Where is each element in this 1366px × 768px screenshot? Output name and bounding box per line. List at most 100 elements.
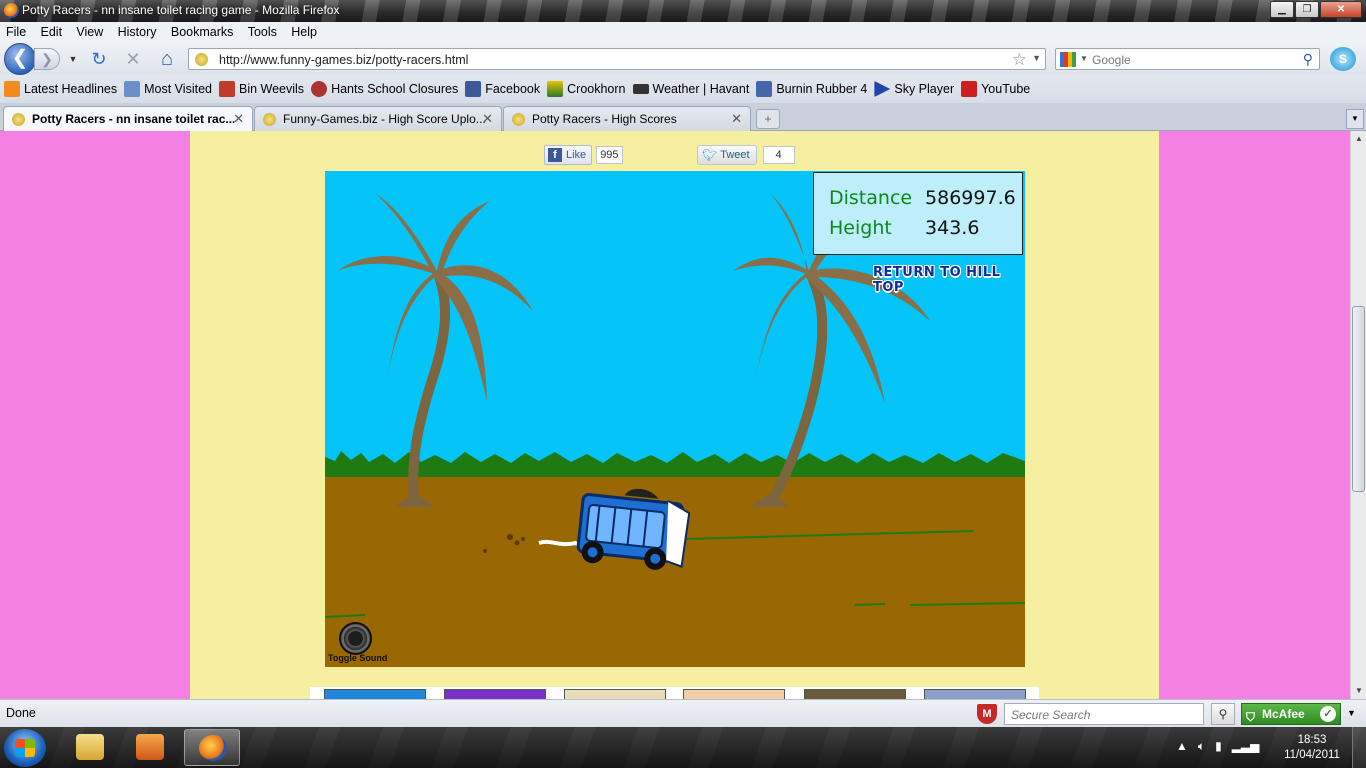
network-icon[interactable]: ▂▃▅ xyxy=(1232,739,1260,754)
distance-value: 586997.6 xyxy=(925,187,1016,209)
return-to-hill-top-button[interactable]: RETURN TO HILL TOP xyxy=(873,265,1025,295)
mcafee-shield-icon[interactable]: M xyxy=(977,704,997,724)
taskbar-explorer[interactable] xyxy=(62,729,118,766)
menu-history[interactable]: History xyxy=(112,22,162,39)
stats-panel: Distance 586997.6 Height 343.6 xyxy=(813,172,1023,255)
tab-high-scores[interactable]: Potty Racers - High Scores ✕ xyxy=(503,106,751,131)
crookhorn-shield-icon xyxy=(547,81,564,97)
tab-high-score-upload[interactable]: Funny-Games.biz - High Score Uplo... ✕ xyxy=(254,106,502,131)
bookmark-burnin-rubber-4[interactable]: Burnin Rubber 4 xyxy=(756,81,867,97)
menu-bookmarks[interactable]: Bookmarks xyxy=(165,22,239,39)
tab-label: Potty Racers - nn insane toilet rac... xyxy=(32,112,236,126)
game-thumbnail[interactable] xyxy=(804,689,906,699)
menu-file[interactable]: File xyxy=(0,22,31,39)
game-thumbnail[interactable] xyxy=(683,689,785,699)
status-bar: Done M Secure Search ⚲ ⛉ McAfee ✓ ▼ xyxy=(0,699,1366,727)
skype-icon[interactable]: S xyxy=(1330,47,1356,71)
youtube-icon xyxy=(961,81,978,97)
sky-player-icon xyxy=(874,81,891,97)
window-title: Potty Racers - nn insane toilet racing g… xyxy=(22,3,340,17)
media-player-icon xyxy=(136,734,164,760)
window-titlebar: Potty Racers - nn insane toilet racing g… xyxy=(0,0,1366,22)
height-label: Height xyxy=(829,217,892,239)
secure-search-button[interactable]: ⚲ xyxy=(1211,703,1235,725)
menu-tools[interactable]: Tools xyxy=(242,22,282,39)
taskbar-firefox[interactable] xyxy=(184,729,240,766)
bookmark-latest-headlines[interactable]: Latest Headlines xyxy=(4,81,117,97)
related-games-strip xyxy=(310,687,1039,699)
tweet-button[interactable]: 🐦︎ Tweet xyxy=(697,145,757,165)
tab-label: Funny-Games.biz - High Score Uplo... xyxy=(283,112,486,126)
tab-label: Potty Racers - High Scores xyxy=(532,112,677,126)
engine-dropdown-icon[interactable]: ▼ xyxy=(1080,54,1088,63)
start-button[interactable] xyxy=(4,729,46,767)
home-icon[interactable]: ⌂ xyxy=(156,49,178,69)
history-dropdown-icon[interactable]: ▼ xyxy=(62,49,84,69)
search-bar[interactable]: G ▼ Google ⚲ xyxy=(1055,48,1320,70)
game-canvas[interactable]: Distance 586997.6 Height 343.6 RETURN TO… xyxy=(325,171,1025,667)
minimize-button[interactable]: ▁ xyxy=(1270,1,1294,18)
toggle-sound-label[interactable]: Toggle Sound xyxy=(328,653,387,663)
facebook-like-button[interactable]: f Like xyxy=(544,145,593,165)
facebook-like-widget: f Like 995 xyxy=(544,145,623,165)
power-icon[interactable]: ▮ xyxy=(1215,739,1222,754)
status-text: Done xyxy=(6,706,36,720)
status-dropdown-icon[interactable]: ▼ xyxy=(1347,708,1356,718)
scroll-down-icon[interactable]: ▼ xyxy=(1351,683,1366,699)
close-button[interactable]: ✕ xyxy=(1320,1,1362,18)
tab-close-icon[interactable]: ✕ xyxy=(482,111,493,127)
menu-edit[interactable]: Edit xyxy=(35,22,68,39)
stop-icon[interactable]: ✕ xyxy=(122,49,144,69)
scrollbar-thumb[interactable] xyxy=(1352,306,1365,492)
address-bar[interactable]: http://www.funny-games.biz/potty-racers.… xyxy=(188,48,1046,70)
url-text[interactable]: http://www.funny-games.biz/potty-racers.… xyxy=(219,53,468,67)
bookmark-weather-havant[interactable]: Weather | Havant xyxy=(632,82,749,96)
bin-weevils-icon xyxy=(218,81,235,97)
google-engine-icon[interactable]: G xyxy=(1060,52,1076,67)
url-dropdown-icon[interactable]: ▼ xyxy=(1032,53,1041,63)
bookmark-crookhorn[interactable]: Crookhorn xyxy=(547,81,626,97)
tab-strip: Potty Racers - nn insane toilet rac... ✕… xyxy=(0,103,1366,132)
back-button[interactable]: ❮ xyxy=(4,43,36,75)
menu-view[interactable]: View xyxy=(70,22,108,39)
bookmark-star-icon[interactable]: ☆ xyxy=(1012,50,1027,70)
taskbar-media-player[interactable] xyxy=(122,729,178,766)
check-icon: ✓ xyxy=(1320,706,1336,722)
windows-taskbar: ▲ 🔈︎ ▮ ▂▃▅ 18:53 11/04/2011 xyxy=(0,727,1366,768)
taskbar-clock[interactable]: 18:53 11/04/2011 xyxy=(1282,733,1342,763)
facebook-icon xyxy=(465,81,482,97)
bookmark-sky-player[interactable]: Sky Player xyxy=(874,81,954,97)
show-hidden-icons-icon[interactable]: ▲ xyxy=(1176,739,1188,754)
maximize-button[interactable]: ❐ xyxy=(1295,1,1319,18)
new-tab-button[interactable]: + xyxy=(756,109,780,129)
mcafee-logo-icon: ⛉ xyxy=(1246,710,1256,724)
reload-icon[interactable]: ↻ xyxy=(88,49,110,69)
tab-close-icon[interactable]: ✕ xyxy=(731,111,742,127)
bookmark-bin-weevils[interactable]: Bin Weevils xyxy=(218,81,304,97)
search-input[interactable]: Google xyxy=(1092,53,1131,67)
secure-search-input[interactable]: Secure Search xyxy=(1004,703,1204,725)
distance-label: Distance xyxy=(829,187,913,209)
forward-button[interactable]: ❯ xyxy=(34,48,60,70)
tab-list-dropdown-icon[interactable]: ▼ xyxy=(1346,109,1364,129)
bookmark-youtube[interactable]: YouTube xyxy=(961,81,1030,97)
scroll-up-icon[interactable]: ▲ xyxy=(1351,131,1366,147)
game-thumbnail[interactable] xyxy=(444,689,546,699)
game-thumbnail[interactable] xyxy=(324,689,426,699)
tweet-count: 4 xyxy=(762,146,795,164)
navigation-toolbar: ❮ ❯ ▼ ↻ ✕ ⌂ http://www.funny-games.biz/p… xyxy=(0,42,1366,75)
toggle-sound-icon[interactable] xyxy=(339,622,372,655)
tab-potty-racers[interactable]: Potty Racers - nn insane toilet rac... ✕ xyxy=(3,106,253,132)
vertical-scrollbar[interactable]: ▲ ▼ xyxy=(1350,131,1366,699)
game-thumbnail[interactable] xyxy=(564,689,666,699)
tab-close-icon[interactable]: ✕ xyxy=(233,111,244,127)
show-desktop-button[interactable] xyxy=(1352,727,1366,768)
bookmark-most-visited[interactable]: Most Visited xyxy=(124,81,212,97)
bookmark-facebook[interactable]: Facebook xyxy=(465,81,540,97)
game-thumbnail[interactable] xyxy=(924,689,1026,699)
search-icon[interactable]: ⚲ xyxy=(1303,51,1313,68)
volume-icon[interactable]: 🔈︎ xyxy=(1198,739,1205,754)
mcafee-sitetool-button[interactable]: ⛉ McAfee ✓ xyxy=(1241,703,1341,725)
menu-help[interactable]: Help xyxy=(285,22,322,39)
bookmark-hants-school-closures[interactable]: Hants School Closures xyxy=(311,81,458,97)
